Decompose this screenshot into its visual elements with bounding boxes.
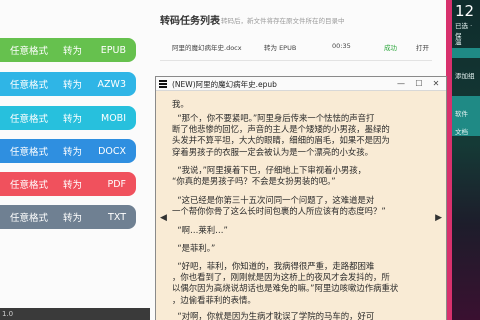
task-status: 成功 [384, 44, 397, 52]
convert-button-label: 转为 [63, 147, 83, 158]
convert-pdf-button[interactable]: 任意格式 转为 PDF [0, 172, 136, 196]
reader-title-bar[interactable]: (NEW)阿里的魔幻病年史.epub — ☐ ✕ [156, 77, 446, 91]
convert-button-label: 任意格式 [10, 114, 49, 125]
close-button[interactable]: ✕ [429, 78, 443, 90]
desktop-tile [452, 48, 480, 58]
convert-docx-button[interactable]: 任意格式 转为 DOCX [0, 139, 136, 163]
convert-button-label: 任意格式 [10, 213, 49, 224]
task-divider [160, 60, 432, 61]
convert-txt-button[interactable]: 任意格式 转为 TXT [0, 205, 136, 229]
paragraph: “啊…莱利…” [172, 225, 228, 235]
convert-button-label: 任意格式 [10, 180, 49, 191]
convert-button-label: DOCX [98, 145, 126, 157]
convert-button-label: 转为 [63, 80, 83, 91]
convert-button-label: 转为 [63, 180, 83, 191]
desktop-text[interactable]: 软件 [455, 108, 468, 118]
convert-button-label: 转为 [63, 213, 83, 224]
convert-azw3-button[interactable]: 任意格式 转为 AZW3 [0, 72, 136, 96]
paragraph: “好吧，菲利，你知道的，我病得很严重，走路都困难 ，你也看到了，刚刚就是因为这桥… [172, 261, 399, 305]
task-list-title: 转码任务列表 [160, 16, 220, 27]
convert-button-label: 任意格式 [10, 147, 49, 158]
paragraph: “对啊，你就是因为生病才耽误了学院的马车的，好可 [172, 311, 375, 320]
convert-button-label: 转为 [63, 114, 83, 125]
convert-epub-button[interactable]: 任意格式 转为 EPUB [0, 38, 136, 62]
task-time: 00:35 [332, 42, 351, 50]
task-row[interactable]: 阿里的魔幻病年史.docx 转为 EPUB 00:35 成功 打开 [160, 38, 432, 56]
convert-button-label: TXT [108, 211, 126, 223]
app-version-label: 1.0 [0, 308, 150, 320]
convert-button-label: EPUB [100, 44, 126, 56]
next-page-icon[interactable]: ▶ [435, 213, 442, 223]
task-list-hint: 转码后，新文件将存在原文件所在的目录中 [221, 17, 345, 25]
task-file-name: 阿里的魔幻病年史.docx [172, 44, 242, 52]
paragraph: “这已经是你第三十五次问同一个问题了，这难道是对 一个帮你你骨了这么长时间包裹的… [172, 195, 386, 217]
paragraph: 我。 [172, 99, 189, 109]
desktop-clock: 12 [455, 2, 475, 20]
desktop-side-strip: 12 已选 · 保 温 添加组 软件 文档 [446, 0, 480, 320]
convert-button-label: MOBI [101, 112, 126, 124]
prev-page-icon[interactable]: ◀ [160, 213, 167, 223]
task-action: 转为 EPUB [264, 44, 297, 52]
paragraph: “我说，”阿里摸着下巴，仔细地上下审视着小男孩， “你真的是男孩子吗？不会是女扮… [172, 165, 367, 187]
reader-title: (NEW)阿里的魔幻病年史.epub [172, 80, 277, 89]
convert-button-label: 转为 [63, 46, 83, 57]
paragraph: “那个，你不要紧吧。”阿里身后传来一个怯怯的声音打 断了他悲惨的回忆，声音的主人… [172, 113, 390, 157]
reader-content: 我。 “那个，你不要紧吧。”阿里身后传来一个怯怯的声音打 断了他悲惨的回忆，声音… [172, 99, 434, 320]
ebook-reader-window: (NEW)阿里的魔幻病年史.epub — ☐ ✕ ◀ ▶ 我。 “那个，你不要紧… [155, 76, 447, 320]
convert-mobi-button[interactable]: 任意格式 转为 MOBI [0, 106, 136, 130]
desktop-text: 温 [455, 38, 462, 46]
convert-button-label: PDF [107, 178, 126, 190]
convert-button-label: 任意格式 [10, 46, 49, 57]
desktop-text[interactable]: 文档 [455, 126, 468, 136]
convert-button-label: AZW3 [97, 78, 126, 90]
desktop-add-group[interactable]: 添加组 [455, 70, 475, 80]
menu-icon[interactable] [159, 80, 167, 88]
task-open-link[interactable]: 打开 [416, 42, 429, 52]
paragraph: “是菲利。” [172, 243, 216, 253]
convert-button-label: 任意格式 [10, 80, 49, 91]
maximize-button[interactable]: ☐ [412, 78, 426, 90]
minimize-button[interactable]: — [394, 78, 408, 90]
